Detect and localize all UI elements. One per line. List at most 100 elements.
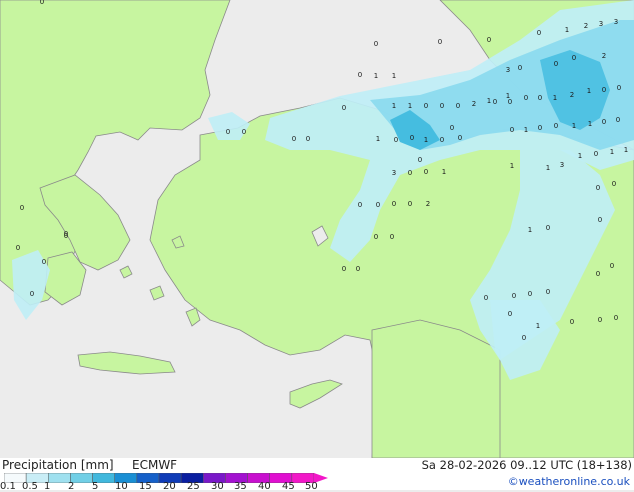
precip-value: 0 bbox=[537, 29, 541, 37]
precip-value: 1 bbox=[374, 72, 378, 80]
precip-value: 0 bbox=[408, 169, 412, 177]
precipitation-map: 0 0 0 1 2 3 3 0 0 0 0 1 1 3 0 0 2 1 0 0 0 1 2 1 0 0 1 1 0 0 0 2 0 1 0 1 0 0 1 1… bbox=[0, 0, 634, 458]
precip-value: 0 bbox=[40, 0, 44, 6]
precip-value: 0 bbox=[292, 135, 296, 143]
precip-value: 0 bbox=[508, 310, 512, 318]
precip-value: 0 bbox=[546, 288, 550, 296]
precip-value: 1 bbox=[553, 94, 557, 102]
precip-value: 0 bbox=[390, 233, 394, 241]
precip-value: 0 bbox=[570, 318, 574, 326]
precip-value: 3 bbox=[599, 20, 603, 28]
precip-value: 0 bbox=[392, 200, 396, 208]
scale-tick-label: 15 bbox=[139, 481, 152, 492]
precip-value: 3 bbox=[614, 18, 618, 26]
precip-value: 0 bbox=[408, 200, 412, 208]
precip-value: 0 bbox=[528, 290, 532, 298]
precip-value: 3 bbox=[392, 169, 396, 177]
precip-value: 0 bbox=[42, 258, 46, 266]
scale-tick-label: 20 bbox=[163, 481, 176, 492]
precip-value: 0 bbox=[616, 116, 620, 124]
precip-value: 0 bbox=[598, 316, 602, 324]
precip-value: 2 bbox=[602, 52, 606, 60]
precip-value: 1 bbox=[578, 152, 582, 160]
precip-value: 0 bbox=[356, 265, 360, 273]
valid-time: Sa 28-02-2026 09..12 UTC (18+138) bbox=[421, 458, 632, 472]
precip-value: 0 bbox=[440, 102, 444, 110]
precip-value: 1 bbox=[572, 122, 576, 130]
precip-value: 1 bbox=[487, 97, 491, 105]
precip-value: 1 bbox=[528, 226, 532, 234]
precip-value: 0 bbox=[394, 136, 398, 144]
credit-link[interactable]: ©weatheronline.co.uk bbox=[508, 475, 630, 488]
precip-value: 0 bbox=[358, 201, 362, 209]
precip-value: 2 bbox=[570, 91, 574, 99]
scale-tick-label: 25 bbox=[187, 481, 200, 492]
precip-value: 0 bbox=[376, 201, 380, 209]
precip-value: 0 bbox=[438, 38, 442, 46]
precip-value: 0 bbox=[524, 94, 528, 102]
precip-value: 1 bbox=[524, 126, 528, 134]
precip-value: 0 bbox=[440, 136, 444, 144]
precip-value: 0 bbox=[30, 290, 34, 298]
precip-value: 1 bbox=[442, 168, 446, 176]
scale-tick-label: 1 bbox=[44, 481, 51, 492]
precip-value: 1 bbox=[624, 146, 628, 154]
precip-value: 0 bbox=[487, 36, 491, 44]
precip-value: 0 bbox=[484, 294, 488, 302]
precip-value: 1 bbox=[392, 72, 396, 80]
precip-value: 1 bbox=[610, 148, 614, 156]
scale-tick-label: 50 bbox=[305, 481, 318, 492]
scale-tick-label: 0.1 bbox=[0, 481, 16, 492]
precip-value: 0 bbox=[522, 334, 526, 342]
precip-value: 0 bbox=[342, 265, 346, 273]
precip-value: 0 bbox=[614, 314, 618, 322]
precip-value: 0 bbox=[538, 94, 542, 102]
legend-title: Precipitation [mm] bbox=[2, 458, 114, 472]
precip-value: 0 bbox=[374, 233, 378, 241]
precip-value: 0 bbox=[594, 150, 598, 158]
precip-value: 0 bbox=[602, 86, 606, 94]
precip-value: 0 bbox=[16, 244, 20, 252]
precip-value: 0 bbox=[450, 124, 454, 132]
precip-value: 1 bbox=[565, 26, 569, 34]
precip-value: 2 bbox=[426, 200, 430, 208]
precip-value: 3 bbox=[560, 161, 564, 169]
precip-value: 0 bbox=[418, 156, 422, 164]
precip-value: 1 bbox=[536, 322, 540, 330]
precip-value: 1 bbox=[588, 120, 592, 128]
precip-value: 1 bbox=[376, 135, 380, 143]
precip-value: 0 bbox=[512, 292, 516, 300]
precip-value: 0 bbox=[617, 84, 621, 92]
precip-value: 1 bbox=[424, 136, 428, 144]
legend-bar: Precipitation [mm] ECMWF Sa 28-02-2026 0… bbox=[0, 458, 634, 492]
precip-value: 0 bbox=[424, 102, 428, 110]
scale-tick-label: 10 bbox=[115, 481, 128, 492]
scale-tick-label: 45 bbox=[282, 481, 295, 492]
precip-value: 0 bbox=[493, 98, 497, 106]
precip-value: 0 bbox=[510, 126, 514, 134]
levant-coast bbox=[371, 319, 501, 458]
precip-value: 0 bbox=[546, 224, 550, 232]
precip-value: 0 bbox=[554, 60, 558, 68]
precip-value: 0 bbox=[64, 230, 68, 238]
precip-value: 0 bbox=[374, 40, 378, 48]
precip-value: 0 bbox=[226, 128, 230, 136]
precip-value: 0 bbox=[306, 135, 310, 143]
scale-tick-label: 2 bbox=[68, 481, 75, 492]
scale-tick-label: 5 bbox=[92, 481, 99, 492]
precip-value: 0 bbox=[538, 124, 542, 132]
precip-value: 2 bbox=[584, 22, 588, 30]
precip-value: 1 bbox=[408, 102, 412, 110]
precip-value: 1 bbox=[506, 92, 510, 100]
precip-value: 0 bbox=[518, 64, 522, 72]
precip-value: 1 bbox=[546, 164, 550, 172]
precip-value: 0 bbox=[358, 71, 362, 79]
precip-value: 0 bbox=[598, 216, 602, 224]
precip-value: 3 bbox=[506, 66, 510, 74]
scale-tick-label: 35 bbox=[234, 481, 247, 492]
precip-value: 0 bbox=[554, 122, 558, 130]
precip-value: 0 bbox=[596, 270, 600, 278]
scale-tick-label: 0.5 bbox=[22, 481, 38, 492]
precip-value: 0 bbox=[572, 54, 576, 62]
precip-value: 0 bbox=[612, 180, 616, 188]
